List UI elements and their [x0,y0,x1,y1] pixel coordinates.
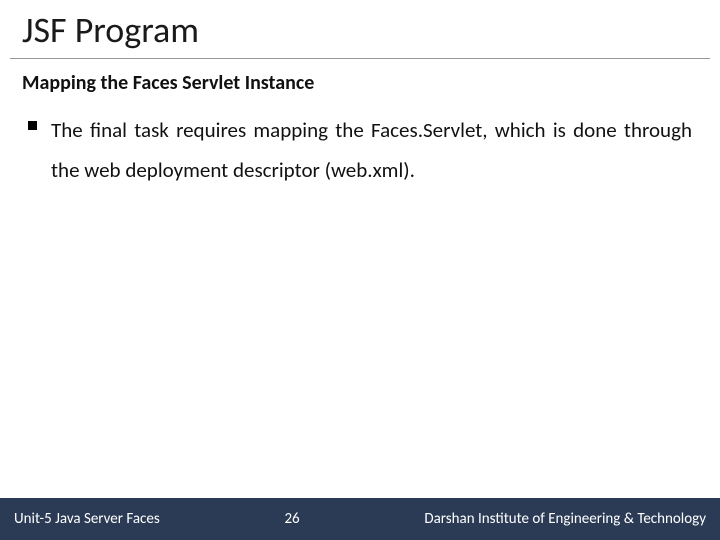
footer-right: Darshan Institute of Engineering & Techn… [424,510,706,528]
slide-body: The final task requires mapping the Face… [0,111,720,498]
slide: JSF Program Mapping the Faces Servlet In… [0,0,720,540]
slide-footer: Unit-5 Java Server Faces 26 Darshan Inst… [0,498,720,540]
slide-subtitle: Mapping the Faces Servlet Instance [0,71,720,111]
footer-page-number: 26 [160,510,425,528]
footer-left: Unit-5 Java Server Faces [14,510,160,528]
slide-title: JSF Program [0,0,720,58]
bullet-text: The final task requires mapping the Face… [51,111,692,191]
square-bullet-icon [28,121,37,130]
bullet-item: The final task requires mapping the Face… [28,111,692,191]
title-divider [10,58,710,59]
